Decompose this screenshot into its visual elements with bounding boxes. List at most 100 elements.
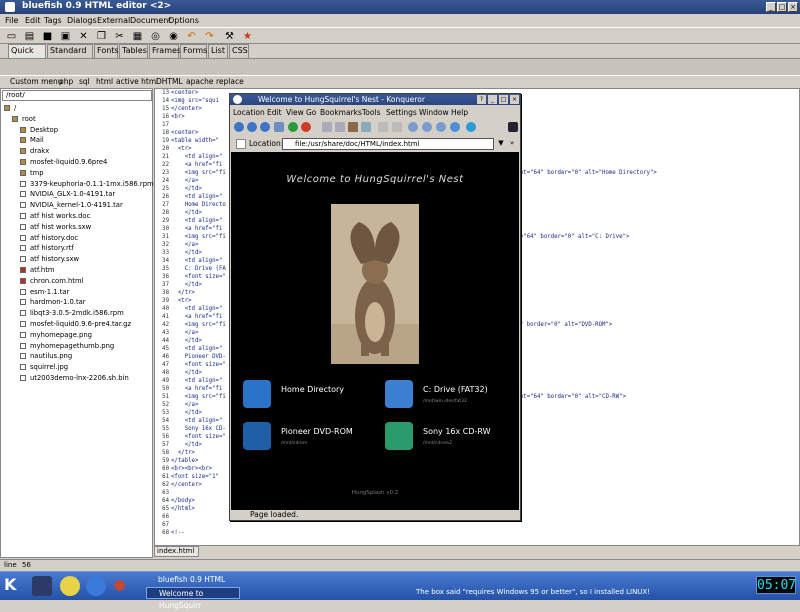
maximize-icon[interactable]: □ [777,2,787,12]
tree-item[interactable]: root [12,114,36,125]
tools-icon[interactable]: ⚒ [222,29,237,43]
open-icon[interactable]: ▤ [22,29,37,43]
copy-icon[interactable]: ❐ [94,29,109,43]
menu-go[interactable]: Go [306,108,316,117]
custom-menu-item[interactable]: replace [216,77,244,86]
tree-item[interactable]: Desktop [20,125,58,136]
tree-item[interactable]: / [4,103,16,114]
konqueror-titlebar[interactable]: Welcome to HungSquirrel's Nest - Konquer… [230,94,520,105]
desktop-icon[interactable] [32,576,52,596]
custom-menu-item[interactable]: html [96,77,113,86]
bluefish-titlebar[interactable]: bluefish 0.9 HTML editor <2> _ □ × [0,0,800,14]
tree-item[interactable]: atf hist works.doc [20,211,90,222]
menu-edit[interactable]: Edit [25,16,41,25]
tree-item[interactable]: Mail [20,135,44,146]
minimize-icon[interactable]: _ [488,95,497,104]
tree-item[interactable]: drakx [20,146,49,157]
tree-item[interactable]: tmp [20,168,44,179]
tree-item[interactable]: chron.com.html [20,276,83,287]
tree-item[interactable]: squirrel.jpg [20,362,68,373]
tree-item[interactable]: myhomepage.png [20,330,92,341]
konqueror-app-icon[interactable] [233,95,242,104]
copy-icon[interactable] [335,122,345,132]
undo-icon[interactable]: ↶ [184,29,199,43]
paste-icon[interactable] [348,122,358,132]
tree-item[interactable]: 3379-keuphoria-0.1.1-1mx.i586.rpm [20,179,154,190]
home-icon[interactable] [274,122,284,132]
link-c-drive[interactable]: C: Drive (FAT32) /mnt/win.ides/fat32 [385,380,510,408]
cut-icon[interactable]: ✂ [112,29,127,43]
tree-item[interactable]: atf history.sxw [20,254,79,265]
menu-location[interactable]: Location [233,108,265,117]
tree-item[interactable]: atf history.doc [20,233,78,244]
stop-icon[interactable] [301,122,311,132]
custom-menu-item[interactable]: DHTML [156,77,183,86]
minimize-icon[interactable]: _ [766,2,776,12]
task-bluefish[interactable]: bluefish 0.9 HTML editor [146,574,240,596]
menu-settings[interactable]: Settings [386,108,417,117]
document-tab[interactable]: index.html [154,546,199,557]
close-doc-icon[interactable]: ✕ [76,29,91,43]
tree-item[interactable]: libqt3-3.0.5-2mdk.i586.rpm [20,308,124,319]
menu-file[interactable]: File [5,16,18,25]
zoom-out-icon[interactable] [436,122,446,132]
print-icon[interactable] [361,122,371,132]
network-icon[interactable] [466,122,476,132]
menu-dialogs[interactable]: Dialogs [67,16,97,25]
tree-item[interactable]: myhomepagethumb.png [20,341,114,352]
tab-frames[interactable]: Frames [149,44,181,58]
tab-quick-bar[interactable]: Quick bar [8,44,46,67]
task-konqueror[interactable]: Welcome to HungSquirr [146,587,240,610]
tree-item[interactable]: esm-1.1.tar [20,287,69,298]
redo-icon[interactable]: ↷ [202,29,217,43]
clock[interactable]: 05:07 [756,576,796,594]
tab-forms[interactable]: Forms [180,44,207,58]
menu-options[interactable]: Options [168,16,199,25]
zoom-icon[interactable] [408,122,418,132]
save-as-icon[interactable]: ▣ [58,29,73,43]
find-icon[interactable]: ◎ [148,29,163,43]
tree-item[interactable]: nautilus.png [20,351,72,362]
menu-view[interactable]: View [286,108,304,117]
help-icon[interactable]: ? [477,95,486,104]
new-file-icon[interactable]: ▭ [4,29,19,43]
view-icon[interactable] [378,122,388,132]
link-cd-rw[interactable]: Sony 16x CD-RW /mnt/cdrom2 [385,422,510,450]
custom-menu-item[interactable]: apache [186,77,213,86]
close-icon[interactable]: × [788,2,798,12]
linux-penguin-icon[interactable] [60,576,80,596]
save-icon[interactable]: ■ [40,29,55,43]
tree-item[interactable]: NVIDIA_kernel-1.0-4191.tar [20,200,123,211]
menu-help[interactable]: Help [451,108,468,117]
cut-icon[interactable] [322,122,332,132]
dropdown-icon[interactable]: ▼ [496,139,506,149]
paste-icon[interactable]: ▦ [130,29,145,43]
tab-tables[interactable]: Tables [119,44,148,58]
path-combo[interactable]: /root/ [2,90,152,101]
custom-menu-item[interactable]: php [59,77,73,86]
tree-item[interactable]: ut2003demo-lnx-2206.sh.bin [20,373,129,384]
tree-item[interactable]: mosfet-liquid0.9.6pre4 [20,157,107,168]
star-icon[interactable]: ★ [240,29,255,43]
replace-icon[interactable]: ◉ [166,29,181,43]
tree-item[interactable]: atf.htm [20,265,54,276]
menu-bookmarks[interactable]: Bookmarks [320,108,362,117]
close-icon[interactable]: × [510,95,519,104]
kde-menu-icon[interactable]: K [4,575,24,597]
back-icon[interactable] [247,122,257,132]
menu-tags[interactable]: Tags [44,16,62,25]
link-dvd-rom[interactable]: Pioneer DVD-ROM /mnt/cdrom [243,422,368,450]
menu-window[interactable]: Window [419,108,449,117]
forward-icon[interactable] [260,122,270,132]
custom-menu-item[interactable]: Custom menu [10,77,63,86]
up-icon[interactable] [234,122,244,132]
app-icon[interactable] [5,2,15,12]
link-home-directory[interactable]: Home Directory [243,380,368,408]
tab-list[interactable]: List [208,44,228,58]
menu-tools[interactable]: Tools [362,108,380,117]
tree-item[interactable]: hardmon-1.0.tar [20,297,86,308]
tab-css[interactable]: CSS [229,44,249,58]
menu-external[interactable]: External [97,16,130,25]
security-icon[interactable] [450,122,460,132]
toolbar-extend-icon[interactable]: » [510,139,514,147]
